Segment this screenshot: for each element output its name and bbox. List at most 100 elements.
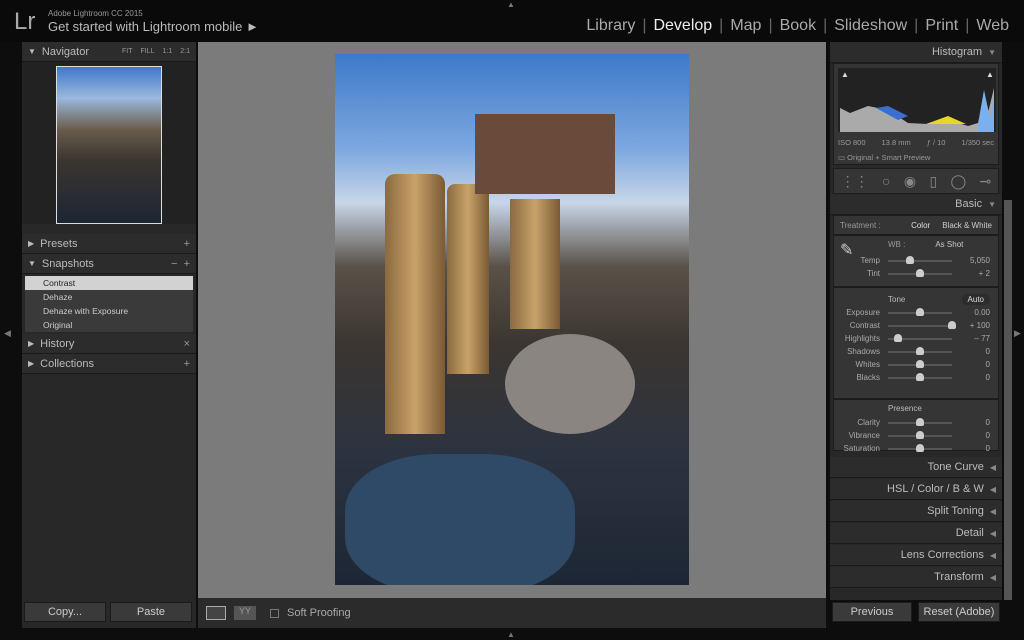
smart-preview-icon: ▭ [838,153,848,162]
slider-track[interactable] [888,307,952,316]
slider-value[interactable]: 5,050 [952,256,990,265]
panel-header-0[interactable]: Tone Curve ◀ [830,457,1002,478]
navigator-zoom-2-1[interactable]: 2:1 [180,48,190,55]
slider-value[interactable]: 0 [952,360,990,369]
snapshot-item[interactable]: Dehaze [25,290,193,304]
crop-icon[interactable]: ⋮⋮ [841,173,869,190]
slider-value[interactable]: 0 [952,347,990,356]
slider-track[interactable] [888,443,952,452]
slider-thumb[interactable] [916,359,924,368]
mobile-promo-link[interactable]: Get started with Lightroom mobile ► [48,19,259,34]
wb-dropdown[interactable]: As Shot [935,240,963,254]
right-panel-toggle-icon[interactable]: ▶ [1014,328,1021,339]
slider-track[interactable] [888,417,952,426]
add-collection-icon[interactable]: + [184,358,190,370]
slider-value[interactable]: + 100 [952,321,990,330]
slider-track[interactable] [888,346,952,355]
spot-removal-icon[interactable]: ○ [882,173,890,189]
panel-header-4[interactable]: Lens Corrections ◀ [830,545,1002,566]
slider-value[interactable]: 0 [952,431,990,440]
slider-thumb[interactable] [893,333,902,342]
slider-track[interactable] [888,320,956,329]
slider-saturation: Saturation 0 [834,442,998,455]
slider-value[interactable]: + 2 [952,269,990,278]
panel-header-5[interactable]: Transform ◀ [830,567,1002,588]
snapshot-item[interactable]: Dehaze with Exposure [25,304,193,318]
slider-value[interactable]: 0 [952,373,990,382]
panel-header-2[interactable]: Split Toning ◀ [830,501,1002,522]
panel-header-3[interactable]: Detail ◀ [830,523,1002,544]
navigator-zoom-1-1[interactable]: 1:1 [163,48,173,55]
previous-button[interactable]: Previous [832,602,912,622]
before-after-icon[interactable]: YY [234,606,256,620]
graduated-filter-icon[interactable]: ▯ [929,173,937,190]
slider-thumb[interactable] [916,443,924,452]
house [475,114,615,194]
slider-value[interactable]: 0 [952,418,990,427]
slider-value[interactable]: 0.00 [952,308,990,317]
slider-label: Vibrance [848,431,880,440]
adjustment-brush-icon[interactable]: ⊸ [980,173,992,190]
navigator-zoom-fill[interactable]: FILL [141,48,155,55]
slider-thumb[interactable] [916,307,924,316]
module-print[interactable]: Print [918,17,965,35]
slider-thumb[interactable] [948,320,956,329]
copy-button[interactable]: Copy... [24,602,106,622]
presets-title: Presets [40,237,78,250]
navigator-zoom-fit[interactable]: FIT [122,48,133,55]
slider-track[interactable] [888,255,952,264]
treatment-color[interactable]: Color [911,221,930,230]
red-eye-icon[interactable]: ◉ [904,173,916,190]
loupe-view-icon[interactable] [206,606,226,620]
module-web[interactable]: Web [969,17,1016,35]
clear-history-icon[interactable]: × [184,338,190,350]
bottom-panel-toggle-icon[interactable]: ▲ [507,630,515,639]
navigator-header[interactable]: ▼ Navigator FIT FILL 1:1 2:1 [22,42,196,62]
snapshots-header[interactable]: ▼ Snapshots − + [22,254,196,274]
slider-track[interactable] [888,268,952,277]
soft-proofing-checkbox[interactable] [270,608,279,618]
add-preset-icon[interactable]: + [184,238,190,250]
snapshot-item[interactable]: Original [25,318,193,332]
slider-thumb[interactable] [906,255,915,264]
basic-header[interactable]: Basic ▼ [830,194,1002,215]
slider-track[interactable] [888,333,952,342]
slider-track[interactable] [888,372,952,381]
eyedropper-icon[interactable]: ✎ [840,240,853,260]
top-panel-toggle-icon[interactable]: ▲ [507,0,515,9]
wooden-post [447,184,489,374]
module-slideshow[interactable]: Slideshow [827,17,914,35]
remove-snapshot-icon[interactable]: − + [171,258,190,270]
reset-button[interactable]: Reset (Adobe) [918,602,1000,622]
slider-track[interactable] [888,430,952,439]
navigator-preview[interactable] [56,66,162,224]
radial-filter-icon[interactable]: ◯ [951,173,967,190]
slider-value[interactable]: – 77 [952,334,990,343]
presets-header[interactable]: ▶ Presets + [22,234,196,254]
snapshot-item[interactable]: Contrast [25,276,193,290]
auto-tone-button[interactable]: Auto [961,293,990,305]
histogram-header[interactable]: Histogram ▼ [830,42,1002,63]
paste-button[interactable]: Paste [110,602,192,622]
panel-title: Lens Corrections [900,549,984,561]
module-map[interactable]: Map [723,17,768,35]
panel-header-1[interactable]: HSL / Color / B & W ◀ [830,479,1002,500]
treatment-black-white[interactable]: Black & White [942,221,992,230]
slider-thumb[interactable] [916,417,924,426]
module-book[interactable]: Book [773,17,823,35]
collections-header[interactable]: ▶ Collections + [22,354,196,374]
left-panel-toggle-icon[interactable]: ◀ [4,328,11,339]
slider-thumb[interactable] [916,372,924,381]
preview-status[interactable]: Original + Smart Preview [847,153,930,162]
slider-thumb[interactable] [916,346,924,355]
slider-thumb[interactable] [916,430,924,439]
history-header[interactable]: ▶ History × [22,334,196,354]
module-library[interactable]: Library [579,17,642,35]
right-panel-scrollbar[interactable] [1004,200,1012,600]
photo[interactable] [335,54,689,585]
slider-thumb[interactable] [916,268,924,277]
slider-track[interactable] [888,359,952,368]
collapse-arrow-icon: ◀ [989,572,996,582]
slider-value[interactable]: 0 [952,444,990,453]
module-develop[interactable]: Develop [646,17,719,35]
